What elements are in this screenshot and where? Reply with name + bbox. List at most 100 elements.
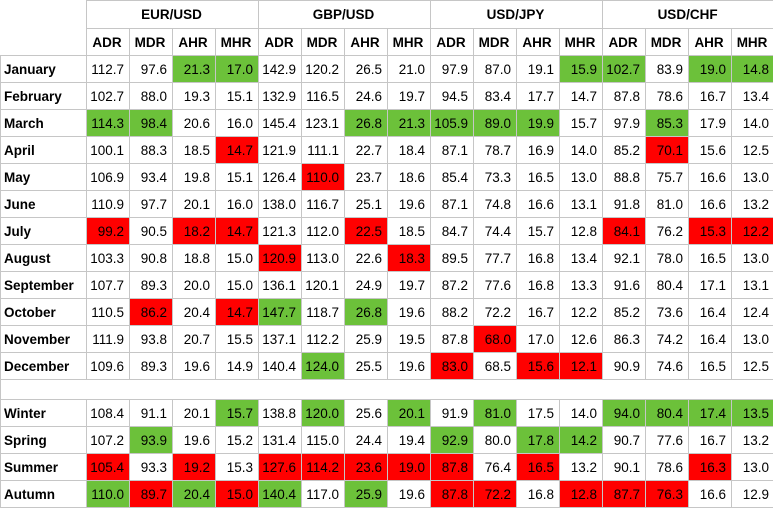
value-cell-low: 22.5 (344, 217, 389, 245)
value-cell-high: 92.9 (430, 426, 475, 454)
metric-header: MDR (645, 28, 690, 56)
value-cell-high: 26.8 (344, 109, 389, 137)
value-cell: 13.0 (731, 244, 773, 272)
value-cell: 137.1 (258, 325, 303, 353)
value-cell-low: 72.2 (473, 480, 518, 508)
value-cell-high: 89.0 (473, 109, 518, 137)
month-row: February 102.7 88.0 19.3 15.1 132.9 116.5 24.6 1… (0, 82, 773, 110)
month-row: May 106.9 93.4 19.8 15.1 126.4 110.0 23.7 18.6 85… (0, 163, 773, 191)
season-row: Autumn 110.0 89.7 20.4 15.0 140.4 117.0 25.9 19.… (0, 480, 773, 508)
value-cell: 20.1 (172, 190, 216, 218)
value-cell-low: 120.9 (258, 244, 303, 272)
value-cell: 116.5 (301, 82, 346, 110)
value-cell-low: 19.2 (172, 453, 216, 481)
metric-header-row: ADR MDR AHR MHR ADR MDR AHR MHR ADR MDR AHR MHR ADR M… (1, 28, 773, 56)
value-cell: 25.6 (344, 399, 389, 427)
value-cell: 74.6 (645, 352, 690, 380)
value-cell: 109.6 (86, 352, 130, 380)
value-cell: 21.0 (387, 55, 432, 83)
value-cell-low: 14.7 (214, 217, 260, 245)
value-cell: 87.0 (473, 55, 518, 83)
value-cell-low: 16.5 (516, 453, 561, 481)
season-row: Summer 105.4 93.3 19.2 15.3 127.6 114.2 23.6 19.… (0, 453, 773, 481)
value-cell: 88.8 (602, 163, 647, 191)
value-cell-low: 83.0 (430, 352, 475, 380)
value-cell: 106.9 (86, 163, 130, 191)
value-cell-low: 12.2 (731, 217, 773, 245)
value-cell-low: 16.3 (688, 453, 733, 481)
row-label: March (0, 109, 87, 137)
pair-header-row: EUR/USD GBP/USD USD/JPY USD/CHF (0, 0, 773, 56)
value-cell: 87.8 (602, 82, 647, 110)
value-cell: 16.6 (688, 190, 733, 218)
row-label: November (0, 325, 87, 353)
value-cell: 80.0 (473, 426, 518, 454)
value-cell: 12.8 (559, 217, 604, 245)
value-cell: 110.9 (86, 190, 130, 218)
value-cell: 16.4 (688, 325, 733, 353)
value-cell: 17.1 (688, 271, 733, 299)
value-cell: 111.9 (86, 325, 130, 353)
value-cell: 87.2 (430, 271, 475, 299)
value-cell: 20.7 (172, 325, 216, 353)
metric-header: MHR (559, 28, 604, 56)
spacer-row (0, 379, 773, 400)
value-cell: 15.7 (516, 217, 561, 245)
month-row: August 103.3 90.8 18.8 15.0 120.9 113.0 22.6 18.… (0, 244, 773, 272)
value-cell: 94.5 (430, 82, 475, 110)
value-cell: 90.7 (602, 426, 647, 454)
row-label: February (0, 82, 87, 110)
value-cell: 75.7 (645, 163, 690, 191)
value-cell: 15.0 (214, 244, 260, 272)
value-cell-low: 18.2 (172, 217, 216, 245)
value-cell: 90.9 (602, 352, 647, 380)
value-cell: 14.0 (559, 136, 604, 164)
value-cell: 120.2 (301, 55, 346, 83)
value-cell-high: 114.3 (86, 109, 130, 137)
value-cell: 145.4 (258, 109, 303, 137)
value-cell: 14.0 (731, 109, 773, 137)
value-cell: 88.2 (430, 298, 475, 326)
row-label: April (0, 136, 87, 164)
metric-header: MDR (301, 28, 346, 56)
value-cell: 15.6 (688, 136, 733, 164)
value-cell: 16.8 (516, 244, 561, 272)
metric-header: AHR (516, 28, 561, 56)
value-cell: 16.9 (516, 136, 561, 164)
value-cell: 108.4 (86, 399, 130, 427)
value-cell-high: 93.9 (129, 426, 173, 454)
value-cell: 74.8 (473, 190, 518, 218)
value-cell: 12.5 (731, 136, 773, 164)
value-cell: 89.3 (129, 271, 173, 299)
value-cell: 80.4 (645, 271, 690, 299)
value-cell: 15.0 (214, 271, 260, 299)
value-cell-low: 15.3 (688, 217, 733, 245)
value-cell: 138.8 (258, 399, 303, 427)
value-cell: 15.1 (214, 163, 260, 191)
value-cell: 72.2 (473, 298, 518, 326)
metric-header: AHR (688, 28, 733, 56)
value-cell: 85.2 (602, 136, 647, 164)
value-cell: 93.8 (129, 325, 173, 353)
value-cell: 19.7 (387, 271, 432, 299)
value-cell: 110.5 (86, 298, 130, 326)
value-cell-high: 98.4 (129, 109, 173, 137)
value-cell: 116.7 (301, 190, 346, 218)
value-cell: 12.4 (731, 298, 773, 326)
value-cell: 90.1 (602, 453, 647, 481)
value-cell: 19.6 (387, 480, 432, 508)
value-cell-low: 76.3 (645, 480, 690, 508)
metric-header: MDR (129, 28, 173, 56)
value-cell-low: 23.6 (344, 453, 389, 481)
value-cell: 25.1 (344, 190, 389, 218)
month-row: April 100.1 88.3 18.5 14.7 121.9 111.1 22.7 18.4… (0, 136, 773, 164)
value-cell: 16.7 (688, 82, 733, 110)
value-cell: 113.0 (301, 244, 346, 272)
value-cell: 19.6 (172, 426, 216, 454)
value-cell: 97.9 (602, 109, 647, 137)
value-cell: 13.0 (731, 453, 773, 481)
month-row: November 111.9 93.8 20.7 15.5 137.1 112.2 25.9 1… (0, 325, 773, 353)
value-cell: 83.9 (645, 55, 690, 83)
value-cell-high: 17.0 (214, 55, 260, 83)
value-cell-low: 70.1 (645, 136, 690, 164)
